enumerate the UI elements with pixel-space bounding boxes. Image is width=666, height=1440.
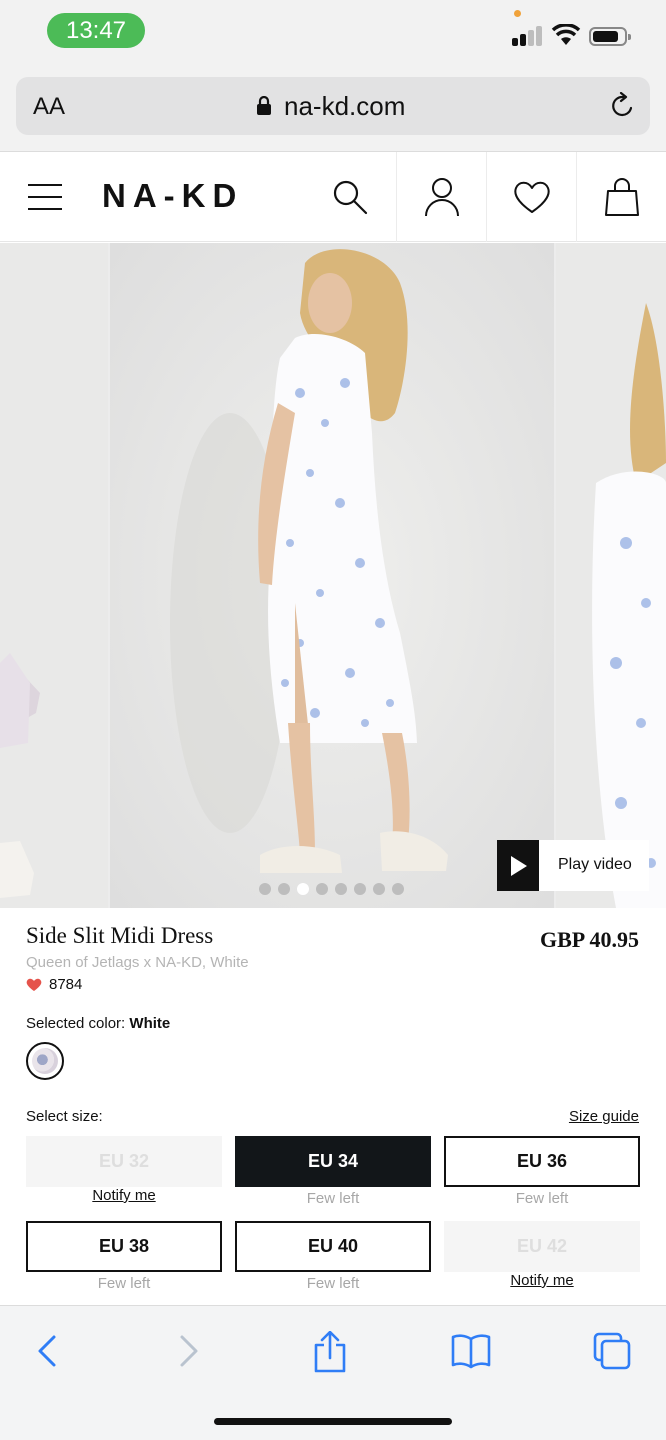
stock-note: Few left xyxy=(306,1275,360,1292)
browser-address-area: AA na-kd.com xyxy=(0,64,666,152)
gallery-image-next[interactable] xyxy=(556,243,666,908)
gallery-pagination-dots[interactable] xyxy=(259,883,404,895)
gallery-dot[interactable] xyxy=(373,883,385,895)
size-button-eu42[interactable]: EU 42 xyxy=(444,1221,640,1272)
wishlist-button[interactable] xyxy=(486,152,576,242)
size-button-eu34[interactable]: EU 34 xyxy=(235,1136,431,1187)
product-subtitle: Queen of Jetlags x NA-KD, White xyxy=(26,954,249,971)
product-image-gallery[interactable]: Play video xyxy=(0,243,666,908)
size-guide-link[interactable]: Size guide xyxy=(569,1108,639,1125)
gallery-dot[interactable] xyxy=(392,883,404,895)
gallery-dot-active[interactable] xyxy=(297,883,309,895)
tabs-icon[interactable] xyxy=(592,1331,632,1371)
product-likes[interactable]: 8784 xyxy=(26,976,82,993)
product-title: Side Slit Midi Dress xyxy=(26,923,214,948)
account-button[interactable] xyxy=(396,152,486,242)
site-logo[interactable]: NA-KD xyxy=(102,177,243,215)
select-size-label: Select size: xyxy=(26,1108,103,1125)
product-photo-partial xyxy=(0,653,40,898)
wifi-icon xyxy=(551,24,581,45)
battery-icon xyxy=(589,27,631,46)
stock-note: Few left xyxy=(306,1190,360,1207)
gallery-dot[interactable] xyxy=(335,883,347,895)
search-button[interactable] xyxy=(305,152,395,242)
size-button-eu40[interactable]: EU 40 xyxy=(235,1221,431,1272)
site-header: NA-KD xyxy=(0,152,666,242)
gallery-dot[interactable] xyxy=(354,883,366,895)
play-video-button[interactable]: Play video xyxy=(497,840,649,891)
play-icon xyxy=(497,840,539,891)
product-photo-partial xyxy=(592,303,666,908)
likes-count: 8784 xyxy=(49,976,83,993)
menu-icon[interactable] xyxy=(28,182,62,210)
notify-me-link[interactable]: Notify me xyxy=(444,1272,640,1289)
bookmarks-icon[interactable] xyxy=(450,1331,492,1371)
size-button-eu32[interactable]: EU 32 xyxy=(26,1136,222,1187)
gallery-image-previous[interactable] xyxy=(0,243,108,908)
gallery-dot[interactable] xyxy=(316,883,328,895)
notify-me-link[interactable]: Notify me xyxy=(26,1187,222,1204)
back-icon[interactable] xyxy=(34,1331,60,1371)
status-time: 13:47 xyxy=(47,13,145,48)
selected-color-label: Selected color: White xyxy=(26,1015,170,1032)
heart-icon xyxy=(513,181,550,213)
forward-icon[interactable] xyxy=(176,1331,202,1371)
url-domain[interactable]: na-kd.com xyxy=(284,91,405,122)
stock-note: Few left xyxy=(97,1275,151,1292)
gallery-dot[interactable] xyxy=(259,883,271,895)
size-button-eu36[interactable]: EU 36 xyxy=(444,1136,640,1187)
product-photo xyxy=(110,243,554,908)
reload-icon[interactable] xyxy=(609,92,637,120)
play-video-label: Play video xyxy=(558,856,632,873)
color-value: White xyxy=(129,1015,171,1032)
user-icon xyxy=(424,178,459,217)
shopping-bag-icon xyxy=(604,178,639,216)
gallery-image-current[interactable] xyxy=(110,243,554,908)
privacy-indicator-dot xyxy=(514,10,521,17)
swatch-image xyxy=(32,1048,58,1074)
share-icon[interactable] xyxy=(312,1331,348,1373)
size-button-eu38[interactable]: EU 38 xyxy=(26,1221,222,1272)
color-swatch-white[interactable] xyxy=(26,1042,64,1080)
stock-note: Few left xyxy=(515,1190,569,1207)
address-bar[interactable]: AA na-kd.com xyxy=(16,77,650,135)
cart-button[interactable] xyxy=(576,152,666,242)
heart-filled-icon xyxy=(26,978,42,991)
gallery-dot[interactable] xyxy=(278,883,290,895)
home-indicator[interactable] xyxy=(214,1418,452,1425)
lock-icon xyxy=(257,96,271,115)
text-size-button[interactable]: AA xyxy=(33,93,65,121)
cellular-signal-icon xyxy=(512,26,544,46)
search-icon xyxy=(333,180,368,215)
product-price: GBP 40.95 xyxy=(539,927,639,952)
color-label-text: Selected color: xyxy=(26,1015,126,1032)
status-bar: 13:47 xyxy=(0,0,666,64)
